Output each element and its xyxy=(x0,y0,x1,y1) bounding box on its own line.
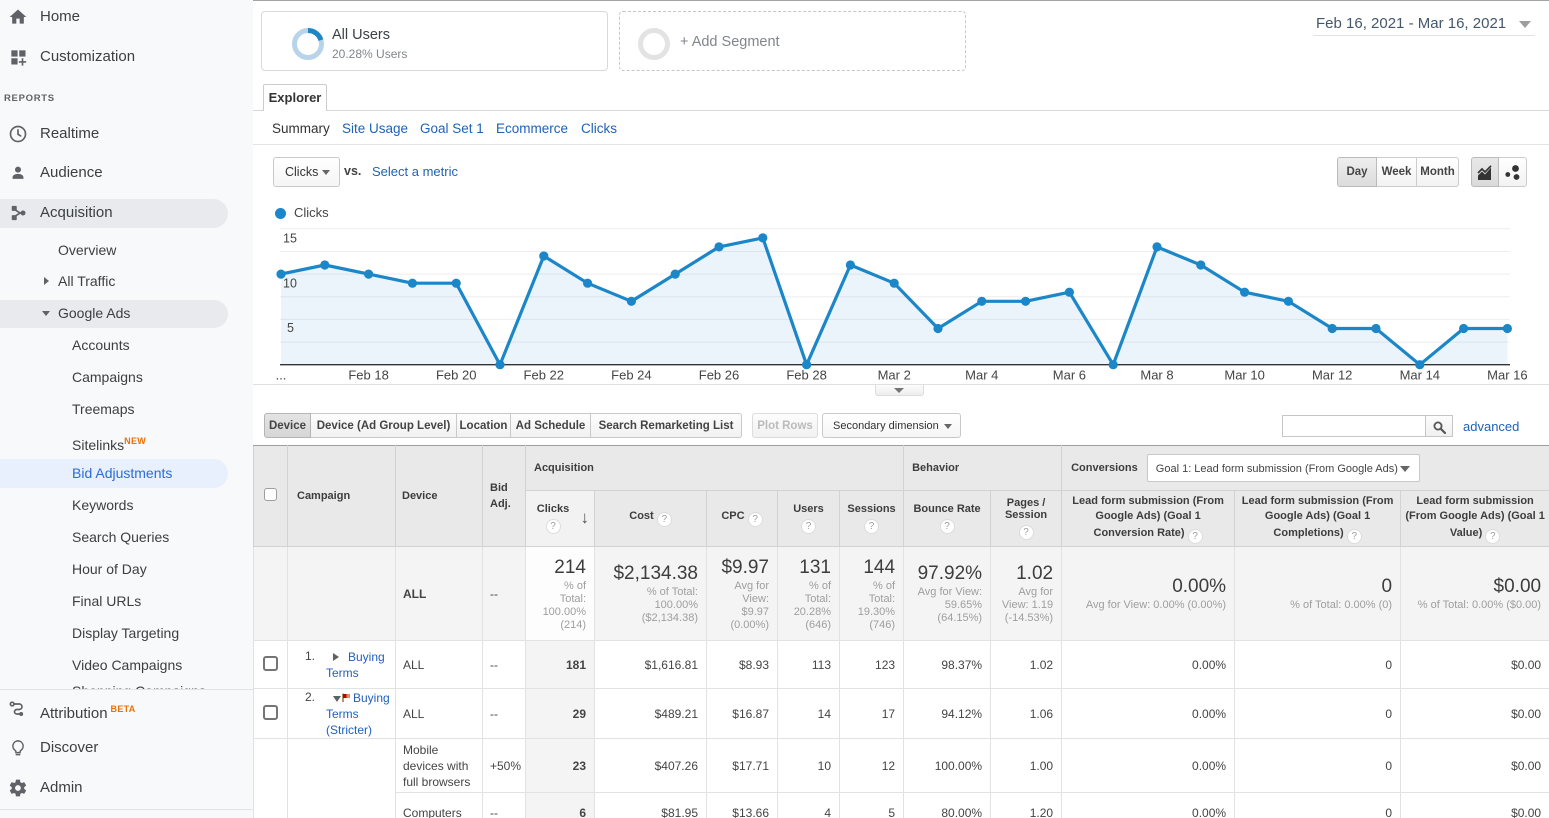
svg-text:Mar 14: Mar 14 xyxy=(1400,368,1440,383)
svg-text:Mar 16: Mar 16 xyxy=(1487,368,1527,383)
svg-text:Mar 4: Mar 4 xyxy=(965,368,998,383)
svg-text:Mar 6: Mar 6 xyxy=(1053,368,1086,383)
svg-text:15: 15 xyxy=(283,232,297,246)
svg-text:5: 5 xyxy=(287,321,294,335)
svg-text:Feb 20: Feb 20 xyxy=(436,368,476,383)
svg-text:Mar 12: Mar 12 xyxy=(1312,368,1352,383)
svg-text:Feb 18: Feb 18 xyxy=(348,368,388,383)
svg-text:Feb 24: Feb 24 xyxy=(611,368,651,383)
svg-text:Mar 8: Mar 8 xyxy=(1140,368,1173,383)
svg-text:...: ... xyxy=(276,368,287,383)
svg-text:Feb 26: Feb 26 xyxy=(699,368,739,383)
svg-text:10: 10 xyxy=(283,277,297,291)
svg-text:Feb 28: Feb 28 xyxy=(786,368,826,383)
svg-text:Mar 10: Mar 10 xyxy=(1224,368,1264,383)
svg-text:Feb 22: Feb 22 xyxy=(524,368,564,383)
svg-text:Mar 2: Mar 2 xyxy=(878,368,911,383)
